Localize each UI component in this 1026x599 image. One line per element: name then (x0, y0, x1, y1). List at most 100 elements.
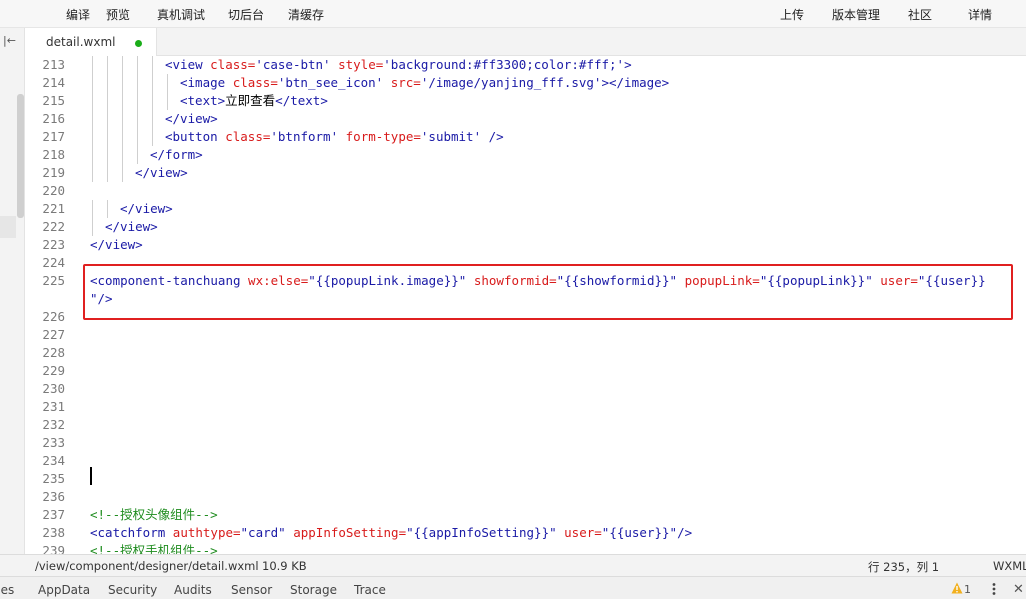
code-line[interactable]: 232 (25, 416, 1026, 434)
line-number: 214 (42, 75, 65, 90)
close-icon[interactable]: ✕ (1013, 582, 1024, 597)
collapse-sidebar-icon[interactable]: |← (3, 34, 16, 47)
code-token: </form> (150, 147, 203, 162)
code-editor[interactable]: 213 <view class='case-btn' style='backgro… (25, 56, 1026, 554)
tab-storage[interactable]: Storage (290, 583, 337, 597)
preview-button[interactable]: 预览 (106, 6, 130, 23)
code-line[interactable]: 233 (25, 434, 1026, 452)
code-line[interactable]: 237 <!--授权头像组件--> (25, 506, 1026, 524)
details-button[interactable]: 详情 (968, 6, 992, 23)
code-line[interactable]: 239 <!--授权手机组件--> (25, 542, 1026, 554)
code-text: <text>立即查看</text> (180, 92, 328, 110)
line-number: 230 (42, 381, 65, 396)
clear-cache-button[interactable]: 清缓存 (288, 6, 324, 23)
code-token: style= (338, 57, 384, 72)
code-token: "{{popupLink}}" (759, 273, 881, 288)
code-token: popupLink= (684, 273, 760, 288)
code-line[interactable]: 217 <button class='btnform' form-type='su… (25, 128, 1026, 146)
compile-button[interactable]: 编译 (66, 6, 90, 23)
code-line[interactable]: 235 (25, 470, 1026, 488)
code-line[interactable]: "/> (25, 290, 1026, 308)
indent-guide (137, 146, 138, 164)
tab-appdata[interactable]: AppData (38, 583, 90, 597)
code-line[interactable]: 226 (25, 308, 1026, 326)
code-line[interactable]: 215 <text>立即查看</text> (25, 92, 1026, 110)
tab-audits[interactable]: Audits (174, 583, 212, 597)
indent-guide (92, 56, 93, 74)
indent-guide (92, 200, 93, 218)
tab-sources[interactable]: ces (0, 583, 14, 597)
code-text: "/> (90, 290, 113, 308)
code-line[interactable]: 231 (25, 398, 1026, 416)
indent-guide (137, 74, 138, 92)
code-line[interactable]: 229 (25, 362, 1026, 380)
version-management-button[interactable]: 版本管理 (832, 6, 880, 23)
switch-background-button[interactable]: 切后台 (228, 6, 264, 23)
code-text: <!--授权头像组件--> (90, 506, 218, 524)
indent-guide (92, 110, 93, 128)
code-line[interactable]: 223 </view> (25, 236, 1026, 254)
code-line[interactable]: 236 (25, 488, 1026, 506)
code-text: </view> (165, 110, 218, 128)
tab-trace[interactable]: Trace (354, 583, 386, 597)
devtools-panel-tabs: ces AppData Security Audits Sensor Stora… (0, 576, 1026, 599)
code-line[interactable]: 234 (25, 452, 1026, 470)
tab-detail-wxml[interactable]: detail.wxml (25, 28, 157, 56)
cursor-position[interactable]: 行 235，列 1 (868, 559, 939, 575)
indent-guide (137, 56, 138, 74)
tab-sensor[interactable]: Sensor (231, 583, 272, 597)
code-line[interactable]: 218 </form> (25, 146, 1026, 164)
code-token: </view> (135, 165, 188, 180)
code-line[interactable]: 225 <component-tanchuang wx:else="{{popup… (25, 272, 1026, 290)
code-line[interactable]: 213 <view class='case-btn' style='backgro… (25, 56, 1026, 74)
code-token: <catchform (90, 525, 173, 540)
tab-security[interactable]: Security (108, 583, 157, 597)
indent-guide (137, 92, 138, 110)
code-line[interactable]: 214 <image class='btn_see_icon' src='/ima… (25, 74, 1026, 92)
code-line[interactable]: 222 </view> (25, 218, 1026, 236)
warning-icon[interactable] (951, 582, 963, 594)
code-token: appInfoSetting= (293, 525, 407, 540)
code-line[interactable]: 224 (25, 254, 1026, 272)
line-number: 215 (42, 93, 65, 108)
line-number: 219 (42, 165, 65, 180)
code-text: <view class='case-btn' style='background… (165, 56, 632, 74)
code-token: /> (677, 525, 693, 540)
indent-guide (167, 74, 168, 92)
code-line[interactable]: 238 <catchform authtype="card" appInfoSet… (25, 524, 1026, 542)
code-token: /> (488, 129, 504, 144)
code-line[interactable]: 221 </view> (25, 200, 1026, 218)
line-number: 216 (42, 111, 65, 126)
upload-button[interactable]: 上传 (780, 6, 804, 23)
language-mode[interactable]: WXML (993, 559, 1026, 573)
line-number: 225 (42, 273, 65, 288)
code-token: authtype= (172, 525, 241, 540)
community-button[interactable]: 社区 (908, 6, 932, 23)
remote-debug-button[interactable]: 真机调试 (157, 6, 205, 23)
indent-guide (107, 200, 108, 218)
indent-guide (107, 164, 108, 182)
indent-guide (122, 110, 123, 128)
line-number: 237 (42, 507, 65, 522)
more-options-icon[interactable] (992, 583, 996, 595)
code-line[interactable]: 220 (25, 182, 1026, 200)
code-line[interactable]: 216 </view> (25, 110, 1026, 128)
code-token: > (624, 57, 632, 72)
indent-guide (92, 74, 93, 92)
code-token: 'case-btn' (255, 57, 339, 72)
sidebar-scrollbar-thumb[interactable] (17, 94, 24, 218)
line-number: 223 (42, 237, 65, 252)
code-line[interactable]: 230 (25, 380, 1026, 398)
code-text: <component-tanchuang wx:else="{{popupLin… (90, 272, 986, 290)
code-line[interactable]: 227 (25, 326, 1026, 344)
code-token: <image (180, 75, 233, 90)
line-number: 232 (42, 417, 65, 432)
indent-guide (122, 146, 123, 164)
status-bar: /view/component/designer/detail.wxml 10.… (0, 554, 1026, 576)
code-line[interactable]: 219 </view> (25, 164, 1026, 182)
code-line[interactable]: 228 (25, 344, 1026, 362)
code-token: wx:else= (248, 273, 309, 288)
indent-guide (137, 128, 138, 146)
line-number: 222 (42, 219, 65, 234)
line-number: 239 (42, 543, 65, 554)
